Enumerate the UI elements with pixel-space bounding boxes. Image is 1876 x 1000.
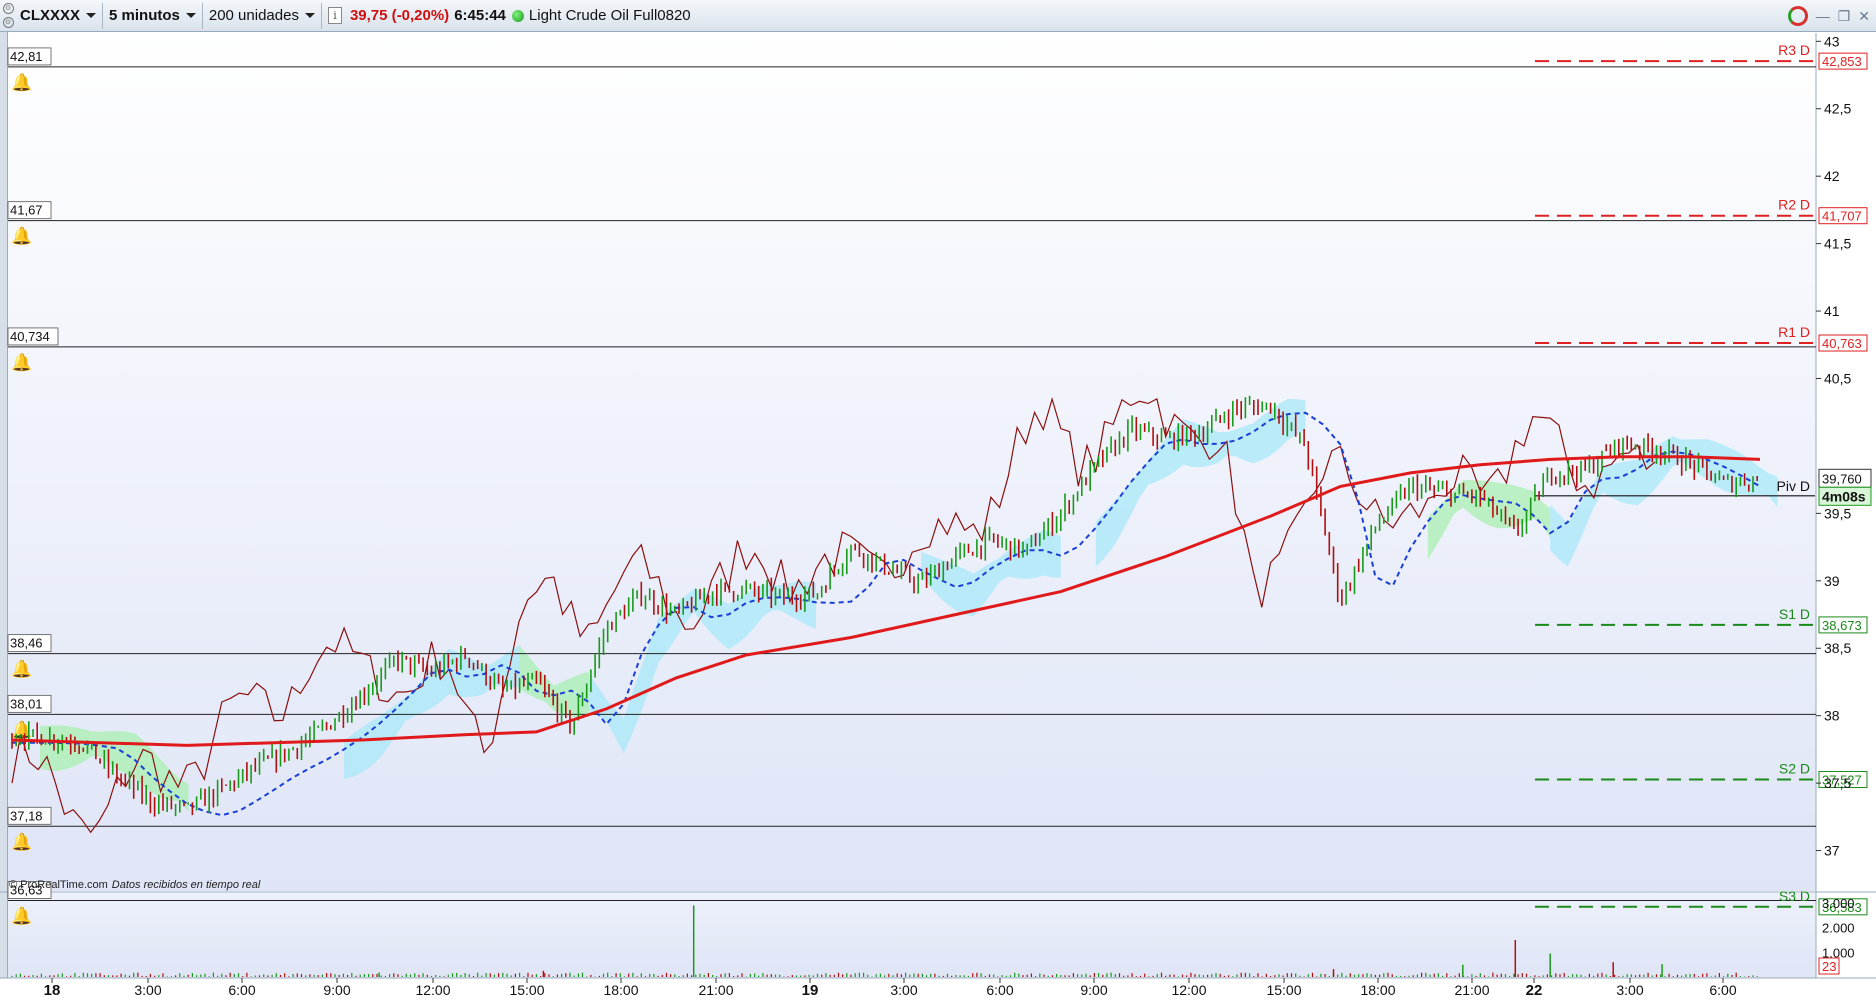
bell-icon: 🔔 xyxy=(11,660,32,680)
pivot-name-4: S2 D xyxy=(1779,760,1810,776)
x-tick-11: 9:00 xyxy=(1080,982,1107,998)
y-tick-0: 43 xyxy=(1824,33,1840,49)
y-tick-1: 42,5 xyxy=(1824,101,1851,117)
y-tick-6: 39,5 xyxy=(1824,505,1851,521)
y-tick-4: 41 xyxy=(1824,303,1840,319)
x-tick-8: 19 xyxy=(802,982,819,999)
realtime-note: Datos recibidos en tiempo real xyxy=(111,879,261,891)
bell-icon: 🔔 xyxy=(11,906,32,926)
volume-current-label: 23 xyxy=(1822,959,1836,974)
pivot-value-0: 42,853 xyxy=(1822,54,1862,69)
volume-tick-1: 2.000 xyxy=(1822,921,1855,936)
alert-label-2: 40,734 xyxy=(10,329,50,344)
x-tick-9: 3:00 xyxy=(890,982,917,998)
price-chart[interactable]: 42,81🔔41,67🔔40,734🔔38,46🔔38,01🔔37,18🔔36,… xyxy=(0,0,1876,1000)
pivot-name-5: S3 D xyxy=(1779,888,1810,904)
x-tick-3: 9:00 xyxy=(323,982,350,998)
time-axis-background xyxy=(0,978,1876,1000)
x-tick-6: 18:00 xyxy=(603,982,638,998)
x-tick-10: 6:00 xyxy=(986,982,1013,998)
pivot-name-1: R2 D xyxy=(1778,197,1810,213)
x-tick-16: 22 xyxy=(1526,982,1543,999)
alert-label-3: 38,46 xyxy=(10,636,43,651)
x-tick-13: 15:00 xyxy=(1266,982,1301,998)
x-tick-15: 21:00 xyxy=(1454,982,1489,998)
x-tick-5: 15:00 xyxy=(509,982,544,998)
bell-icon: 🔔 xyxy=(11,73,32,93)
plot-background xyxy=(8,33,1816,891)
data-credit: © ProRealTime.com Datos recibidos en tiem… xyxy=(9,879,260,891)
x-tick-2: 6:00 xyxy=(228,982,255,998)
pivot-value-1: 41,707 xyxy=(1822,209,1862,224)
volume-tick-0: 3.000 xyxy=(1822,896,1855,911)
y-tick-9: 38 xyxy=(1824,708,1840,724)
pivot-name: Piv D xyxy=(1777,478,1810,494)
x-tick-1: 3:00 xyxy=(134,982,161,998)
copyright-text: © ProRealTime.com xyxy=(9,879,108,891)
y-tick-7: 39 xyxy=(1824,573,1840,589)
pivot-value-2: 40,763 xyxy=(1822,336,1862,351)
current-price-label: 39,760 xyxy=(1822,471,1862,486)
x-tick-18: 6:00 xyxy=(1709,982,1736,998)
countdown-label: 4m08s xyxy=(1822,488,1866,504)
y-tick-10: 37,5 xyxy=(1824,775,1851,791)
pivot-name-2: R1 D xyxy=(1778,324,1810,340)
y-tick-8: 38,5 xyxy=(1824,640,1851,656)
x-tick-4: 12:00 xyxy=(415,982,450,998)
x-tick-12: 12:00 xyxy=(1171,982,1206,998)
bell-icon: 🔔 xyxy=(11,353,32,373)
x-tick-14: 18:00 xyxy=(1360,982,1395,998)
y-tick-3: 41,5 xyxy=(1824,236,1851,252)
pivot-name-0: R3 D xyxy=(1778,42,1810,58)
alert-label-4: 38,01 xyxy=(10,696,43,711)
volume-background xyxy=(8,893,1816,978)
y-tick-2: 42 xyxy=(1824,168,1840,184)
alert-label-5: 37,18 xyxy=(10,808,43,823)
pivot-value-3: 38,673 xyxy=(1822,618,1862,633)
x-tick-0: 18 xyxy=(44,982,61,999)
x-tick-7: 21:00 xyxy=(698,982,733,998)
bell-icon: 🔔 xyxy=(11,227,32,247)
pivot-name-3: S1 D xyxy=(1779,606,1810,622)
y-tick-5: 40,5 xyxy=(1824,370,1851,386)
bell-icon: 🔔 xyxy=(11,832,32,852)
alert-label-0: 42,81 xyxy=(10,49,43,64)
x-tick-17: 3:00 xyxy=(1616,982,1643,998)
y-tick-11: 37 xyxy=(1824,843,1840,859)
alert-label-1: 41,67 xyxy=(10,203,43,218)
